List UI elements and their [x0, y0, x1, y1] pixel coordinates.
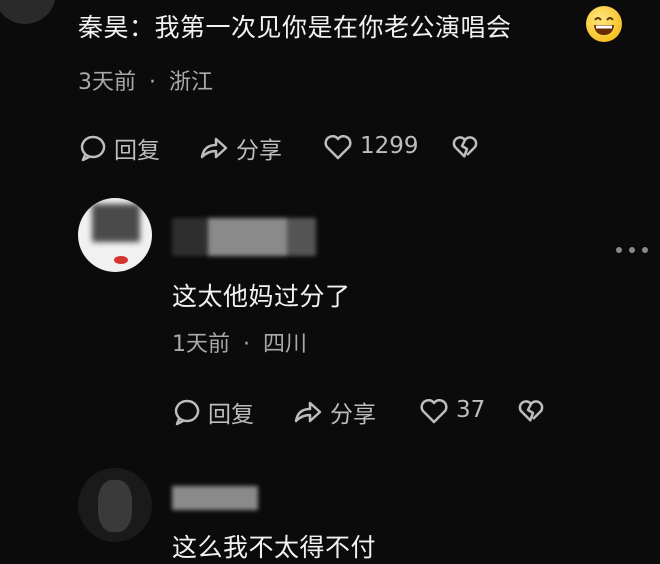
meta-separator: ·: [149, 70, 156, 95]
dislike-button[interactable]: [450, 132, 480, 160]
comment-time: 1天前: [172, 332, 230, 357]
share-label: 分享: [330, 402, 376, 428]
username-obscured: [172, 486, 258, 510]
comment-bubble-icon: [174, 399, 200, 426]
avatar-commenter-1[interactable]: [0, 0, 56, 24]
comment-location: 浙江: [169, 70, 214, 95]
reply-label: 回复: [114, 138, 160, 164]
comment-location: 四川: [263, 332, 308, 357]
share-label: 分享: [236, 138, 282, 164]
share-button[interactable]: 分享: [292, 395, 376, 429]
reply-button[interactable]: 回复: [172, 395, 254, 429]
avatar-commenter-3[interactable]: [78, 468, 152, 542]
dislike-button[interactable]: [516, 396, 546, 424]
comment-1-meta: 3天前 · 浙江: [78, 64, 213, 96]
username-obscured: [172, 218, 316, 256]
share-button[interactable]: 分享: [198, 131, 282, 165]
comment-1-text: 秦昊：我第一次见你是在你老公演唱会: [78, 13, 512, 42]
broken-heart-icon: [452, 136, 478, 158]
reply-button[interactable]: 回复: [78, 131, 160, 165]
like-count: 1299: [360, 133, 419, 159]
like-button[interactable]: 37: [418, 395, 485, 425]
comment-2-text: 这太他妈过分了: [172, 282, 351, 311]
comment-3-text: 这么我不太得不付: [172, 533, 377, 562]
broken-heart-icon: [518, 400, 544, 422]
like-count: 37: [456, 397, 486, 423]
meta-separator: ·: [243, 332, 250, 357]
heart-icon: [420, 398, 448, 424]
more-dots-icon[interactable]: [614, 240, 650, 259]
comment-bubble-icon: [80, 135, 106, 162]
heart-icon: [324, 134, 352, 160]
comment-2-meta: 1天前 · 四川: [172, 326, 307, 358]
reply-label: 回复: [208, 402, 254, 428]
share-arrow-icon: [200, 137, 228, 159]
share-arrow-icon: [294, 401, 322, 423]
grinning-face-icon: [586, 6, 622, 42]
like-button[interactable]: 1299: [322, 131, 419, 161]
comment-time: 3天前: [78, 70, 136, 95]
avatar-commenter-2[interactable]: [78, 198, 152, 272]
